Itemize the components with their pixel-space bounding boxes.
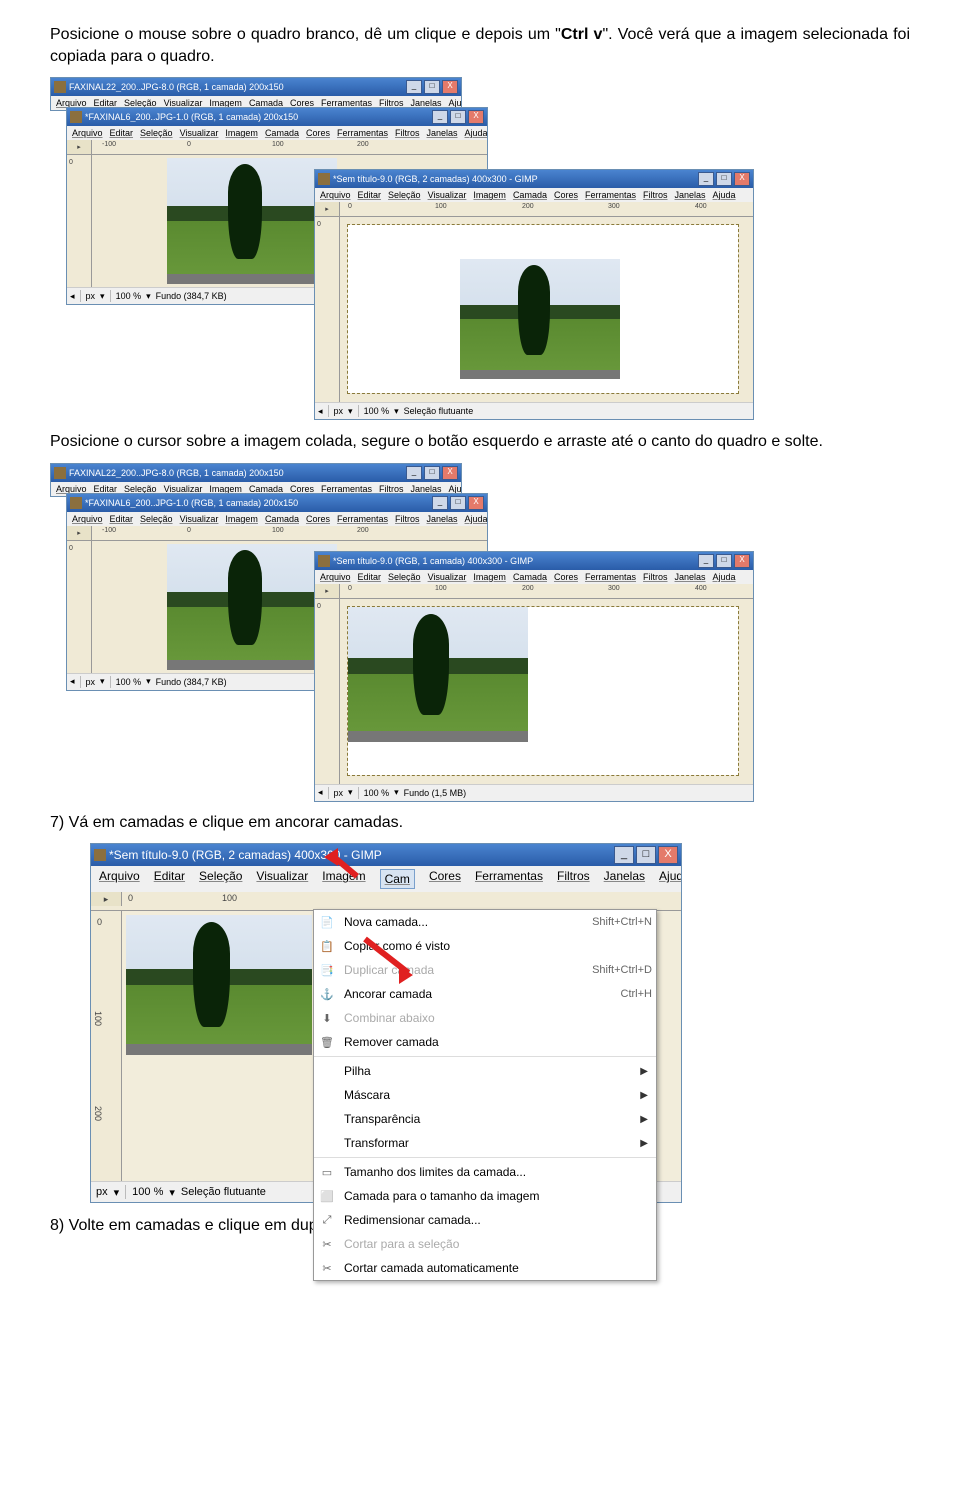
gimp-window-faxinal22: FAXINAL22_200..JPG-8.0 (RGB, 1 camada) 2… <box>50 77 462 111</box>
screenshot-cluster-1: FAXINAL22_200..JPG-8.0 (RGB, 1 camada) 2… <box>50 77 910 417</box>
titlebar: FAXINAL22_200..JPG-8.0 (RGB, 1 camada) 2… <box>51 78 461 96</box>
menubar[interactable]: ArquivoEditarSeleçãoVisualizarImagemCama… <box>315 188 753 202</box>
menubar[interactable]: ArquivoEditarSeleçãoVisualizarImagemCama… <box>67 126 487 140</box>
gimp-icon <box>54 81 66 93</box>
gimp-icon <box>94 849 106 861</box>
menu-selecao[interactable]: Seleção <box>199 869 242 889</box>
menu-item-transparencia[interactable]: Transparência▶ <box>314 1107 656 1131</box>
menu-item-combinar-abaixo: ⬇Combinar abaixo <box>314 1006 656 1030</box>
titlebar: *FAXINAL6_200..JPG-1.0 (RGB, 1 camada) 2… <box>67 108 487 126</box>
gimp-icon <box>318 173 330 185</box>
gimp-window-big-menu: *Sem título-9.0 (RGB, 2 camadas) 400x300… <box>90 843 682 1203</box>
menu-camada[interactable]: Cam <box>380 869 415 889</box>
menu-cores[interactable]: Cores <box>429 869 461 889</box>
submenu-arrow-icon: ▶ <box>640 1090 652 1101</box>
menu-visualizar[interactable]: Visualizar <box>256 869 308 889</box>
close-button[interactable]: X <box>468 110 484 124</box>
menu-item-transformar[interactable]: Transformar▶ <box>314 1131 656 1155</box>
menu-item-cortar-selecao: ✂Cortar para a seleção <box>314 1232 656 1256</box>
screenshot-cluster-2: FAXINAL22_200..JPG-8.0 (RGB, 1 camada) 2… <box>50 463 910 798</box>
menu-item-remover-camada[interactable]: 🗑Remover camada <box>314 1030 656 1054</box>
anchor-icon: ⚓ <box>318 986 336 1002</box>
menu-item-redimensionar-camada[interactable]: ⤢Redimensionar camada... <box>314 1208 656 1232</box>
menu-ajuda[interactable]: Ajuda <box>659 869 681 889</box>
resize-icon: ⤢ <box>318 1212 336 1228</box>
gimp-icon <box>70 111 82 123</box>
close-button[interactable]: X <box>734 172 750 186</box>
menu-arquivo[interactable]: Arquivo <box>99 869 140 889</box>
close-button[interactable]: X <box>658 846 678 864</box>
titlebar: *Sem título-9.0 (RGB, 2 camadas) 400x300… <box>315 170 753 188</box>
maximize-button[interactable]: □ <box>716 172 732 186</box>
menu-filtros[interactable]: Filtros <box>557 869 590 889</box>
autocrop-icon: ✂ <box>318 1260 336 1276</box>
menu-item-pilha[interactable]: Pilha▶ <box>314 1059 656 1083</box>
layer-to-image-icon: ⬜ <box>318 1188 336 1204</box>
close-button[interactable]: X <box>442 80 458 94</box>
arrow-to-ancorar <box>359 930 429 990</box>
statusbar: ◂ px▾ 100 %▾ Seleção flutuante <box>315 402 753 419</box>
crop-icon: ✂ <box>318 1236 336 1252</box>
gimp-window-faxinal22-b: FAXINAL22_200..JPG-8.0 (RGB, 1 camada) 2… <box>50 463 462 497</box>
minimize-button[interactable]: _ <box>406 80 422 94</box>
submenu-arrow-icon: ▶ <box>640 1066 652 1077</box>
instruction-2: Posicione o cursor sobre a imagem colada… <box>50 431 910 453</box>
menubar[interactable]: Arquivo Editar Seleção Visualizar Imagem… <box>91 866 681 892</box>
arrow-to-camada <box>306 850 366 890</box>
ruler-horizontal: ▸ -1000100200 <box>67 140 487 155</box>
titlebar: *Sem título-9.0 (RGB, 2 camadas) 400x300… <box>91 844 681 866</box>
step-7-label: 7) Vá em camadas e clique em ancorar cam… <box>50 812 910 834</box>
menu-editar[interactable]: Editar <box>154 869 185 889</box>
menu-item-cortar-automaticamente[interactable]: ✂Cortar camada automaticamente <box>314 1256 656 1280</box>
menu-ferramentas[interactable]: Ferramentas <box>475 869 543 889</box>
canvas-image[interactable] <box>126 915 312 1055</box>
menu-item-mascara[interactable]: Máscara▶ <box>314 1083 656 1107</box>
minimize-button[interactable]: _ <box>698 172 714 186</box>
instruction-1: Posicione o mouse sobre o quadro branco,… <box>50 24 910 67</box>
minimize-button[interactable]: _ <box>432 110 448 124</box>
maximize-button[interactable]: □ <box>450 110 466 124</box>
ruler-vertical: 0 <box>67 155 92 287</box>
duplicate-icon: 📑 <box>318 962 336 978</box>
menu-janelas[interactable]: Janelas <box>604 869 645 889</box>
minimize-button[interactable]: _ <box>614 846 634 864</box>
delete-icon: 🗑 <box>318 1034 336 1050</box>
gimp-window-semtitulo: *Sem título-9.0 (RGB, 2 camadas) 400x300… <box>314 169 754 420</box>
ruler-horizontal: ▸ 0100200300400 <box>315 202 753 217</box>
maximize-button[interactable]: □ <box>636 846 656 864</box>
canvas[interactable] <box>340 217 753 402</box>
dragged-image[interactable] <box>348 607 528 742</box>
submenu-arrow-icon: ▶ <box>640 1114 652 1125</box>
new-layer-icon: 📄 <box>318 914 336 930</box>
menu-item-camada-tamanho-imagem[interactable]: ⬜Camada para o tamanho da imagem <box>314 1184 656 1208</box>
merge-down-icon: ⬇ <box>318 1010 336 1026</box>
maximize-button[interactable]: □ <box>424 80 440 94</box>
pasted-floating-image[interactable] <box>460 259 620 379</box>
gimp-window-semtitulo-b: *Sem título-9.0 (RGB, 1 camada) 400x300 … <box>314 551 754 802</box>
ruler-vertical: 0 100 200 <box>91 911 122 1181</box>
layer-bounds-icon: ▭ <box>318 1164 336 1180</box>
ruler-vertical: 0 <box>315 217 340 402</box>
menu-item-tamanho-limites[interactable]: ▭Tamanho dos limites da camada... <box>314 1160 656 1184</box>
submenu-arrow-icon: ▶ <box>640 1138 652 1149</box>
pasted-image[interactable] <box>167 158 337 284</box>
copy-icon: 📋 <box>318 938 336 954</box>
